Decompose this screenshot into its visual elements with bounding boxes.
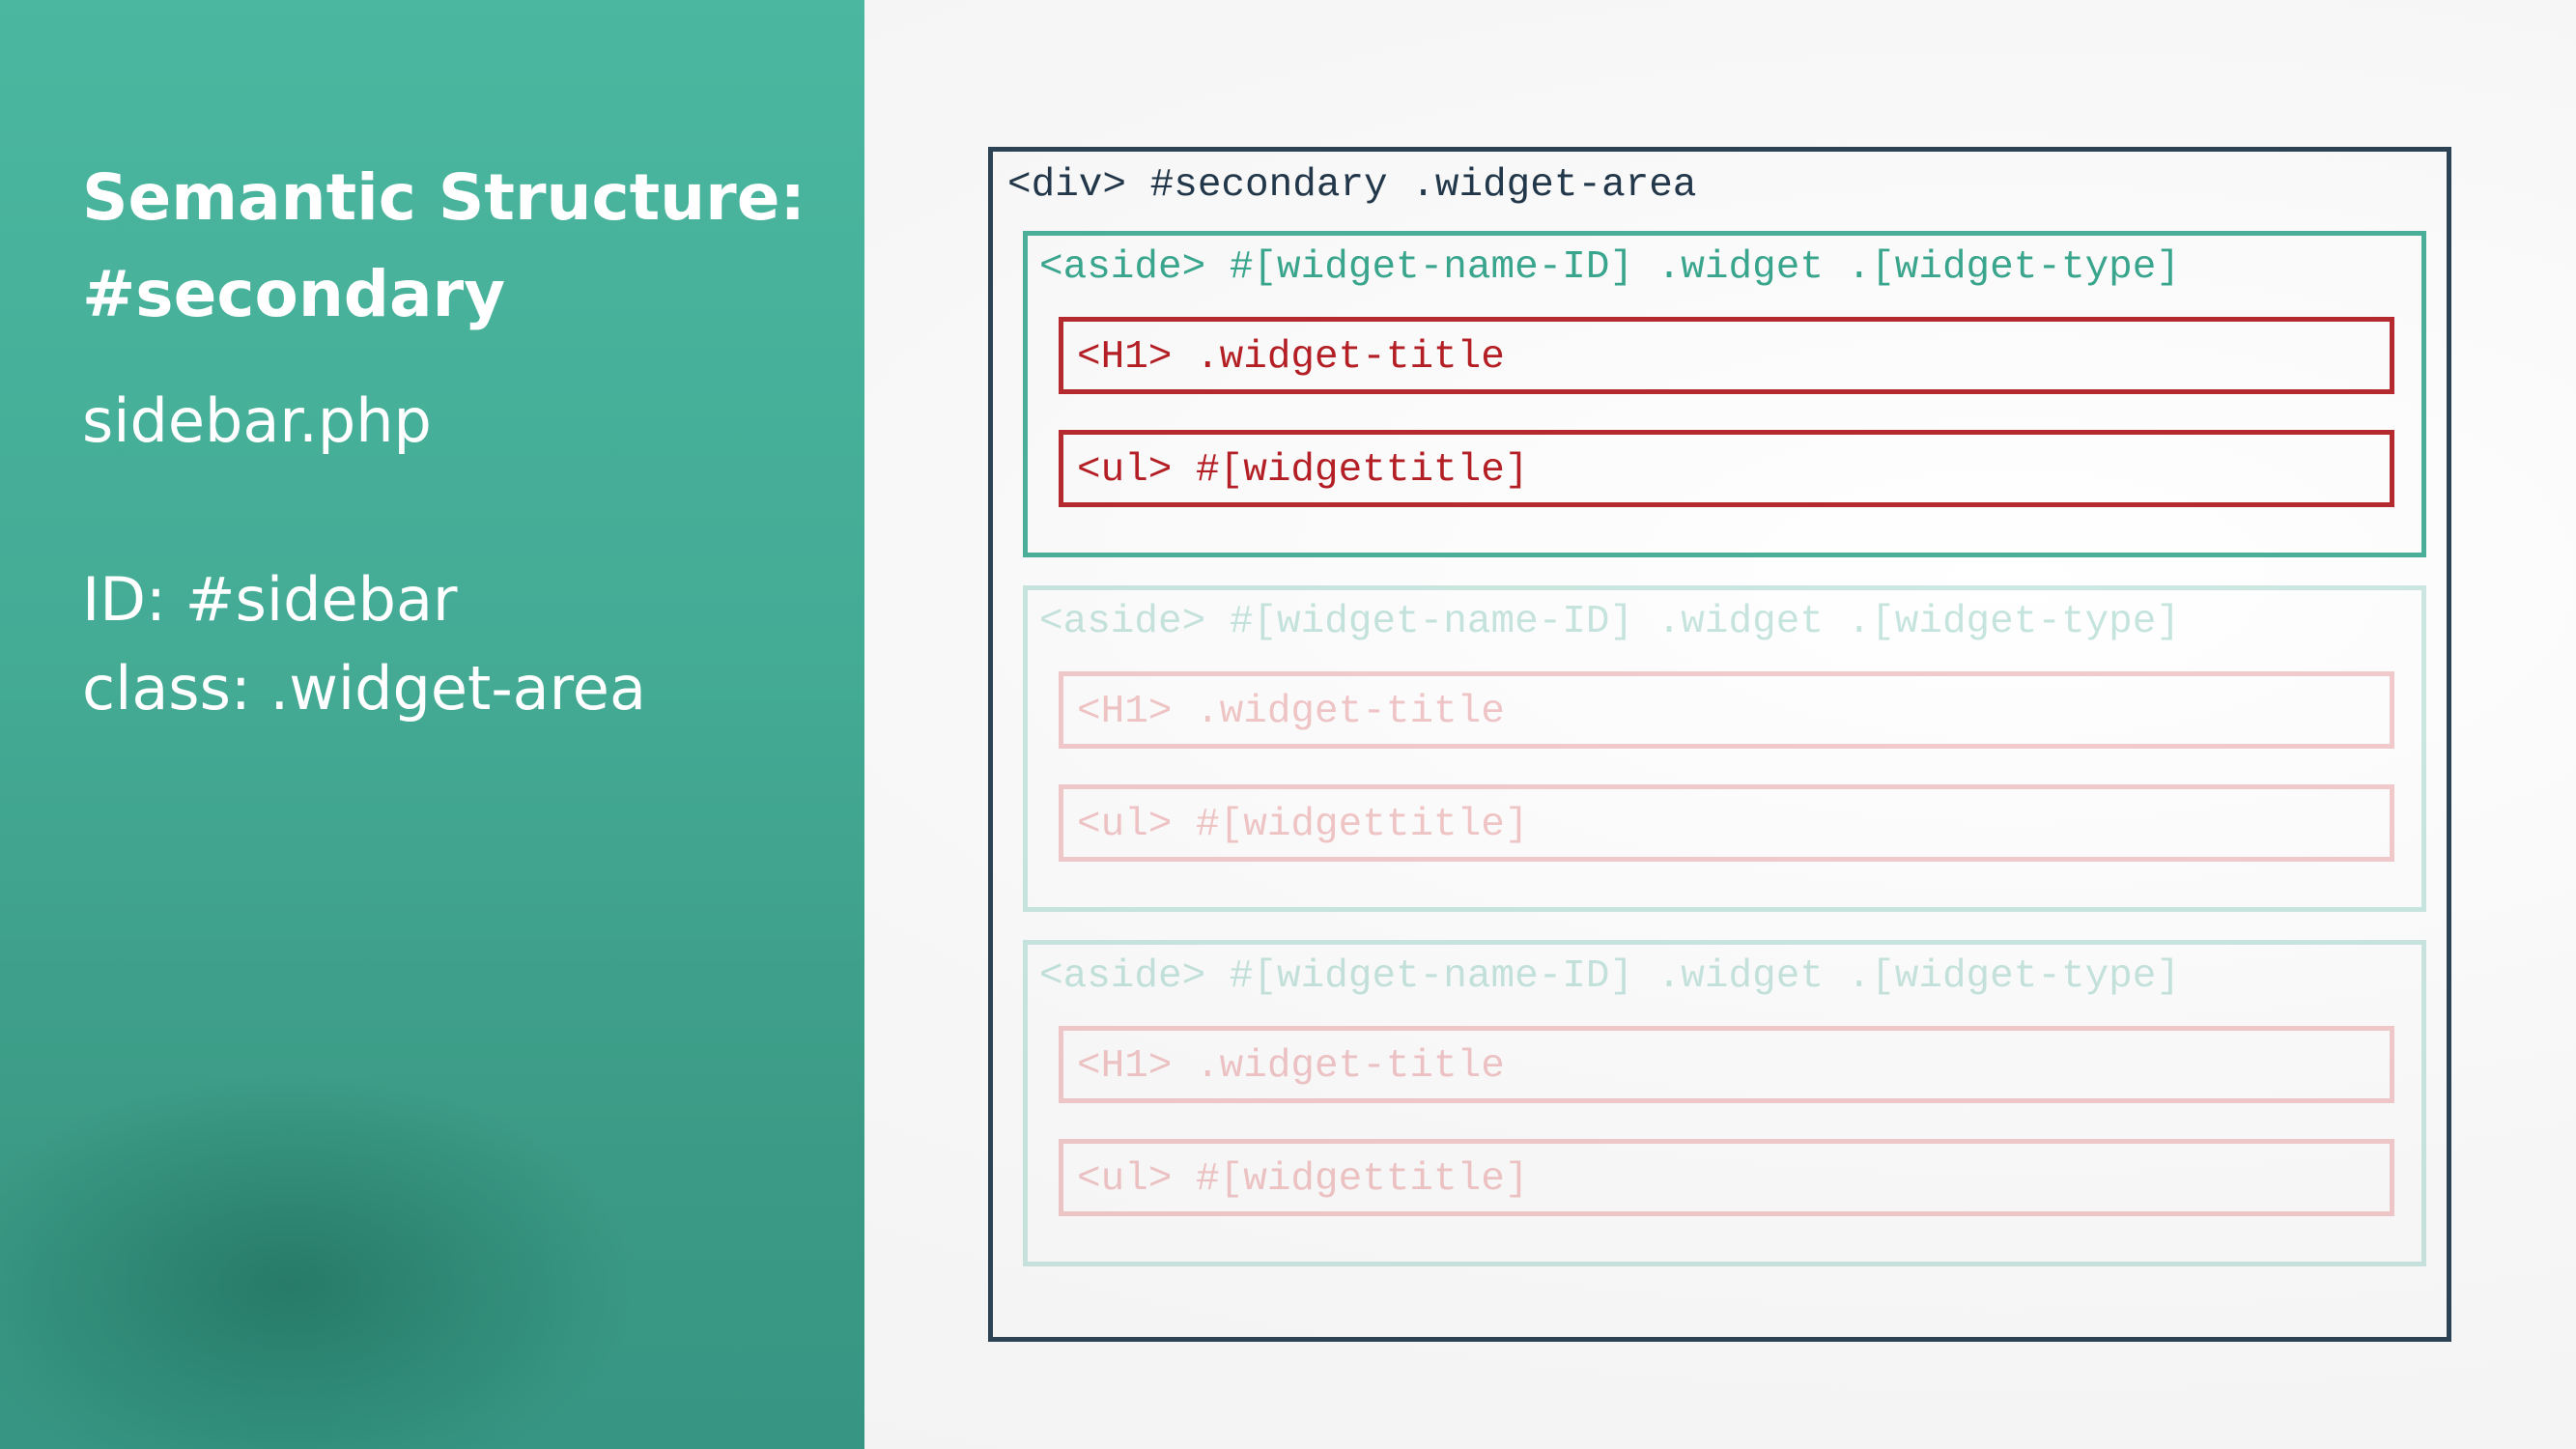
title-panel: Semantic Structure: #secondary sidebar.p…: [0, 0, 864, 1449]
widget-title-box: <H1> .widget-title: [1059, 317, 2394, 394]
id-line: ID: #sidebar: [82, 564, 458, 635]
widget-list-box: <ul> #[widgettitle]: [1059, 784, 2394, 862]
widget-title-box: <H1> .widget-title: [1059, 1026, 2394, 1103]
aside-box-faded-2: <aside> #[widget-name-ID] .widget .[widg…: [1023, 940, 2426, 1266]
widget-title-box: <H1> .widget-title: [1059, 671, 2394, 749]
slide-title: Semantic Structure: #secondary: [82, 150, 835, 343]
widget-list-label: <ul> #[widgettitle]: [1077, 448, 1529, 493]
widget-list-box: <ul> #[widgettitle]: [1059, 430, 2394, 507]
class-line: class: .widget-area: [82, 653, 646, 724]
secondary-container-box: <div> #secondary .widget-area <aside> #[…: [988, 147, 2451, 1342]
widget-title-label: <H1> .widget-title: [1077, 1044, 1505, 1089]
aside-label: <aside> #[widget-name-ID] .widget .[widg…: [1039, 600, 2180, 644]
widget-title-label: <H1> .widget-title: [1077, 690, 1505, 734]
widget-list-box: <ul> #[widgettitle]: [1059, 1139, 2394, 1216]
aside-box-faded-1: <aside> #[widget-name-ID] .widget .[widg…: [1023, 585, 2426, 912]
aside-box-active: <aside> #[widget-name-ID] .widget .[widg…: [1023, 231, 2426, 557]
file-name: sidebar.php: [82, 385, 432, 456]
container-label: <div> #secondary .widget-area: [1007, 163, 1697, 208]
widget-title-label: <H1> .widget-title: [1077, 335, 1505, 380]
widget-list-label: <ul> #[widgettitle]: [1077, 803, 1529, 847]
slide-title-line-1: Semantic Structure:: [82, 160, 806, 235]
slide-title-line-2: #secondary: [82, 257, 506, 331]
aside-label: <aside> #[widget-name-ID] .widget .[widg…: [1039, 954, 2180, 999]
aside-label: <aside> #[widget-name-ID] .widget .[widg…: [1039, 245, 2180, 290]
widget-list-label: <ul> #[widgettitle]: [1077, 1157, 1529, 1202]
